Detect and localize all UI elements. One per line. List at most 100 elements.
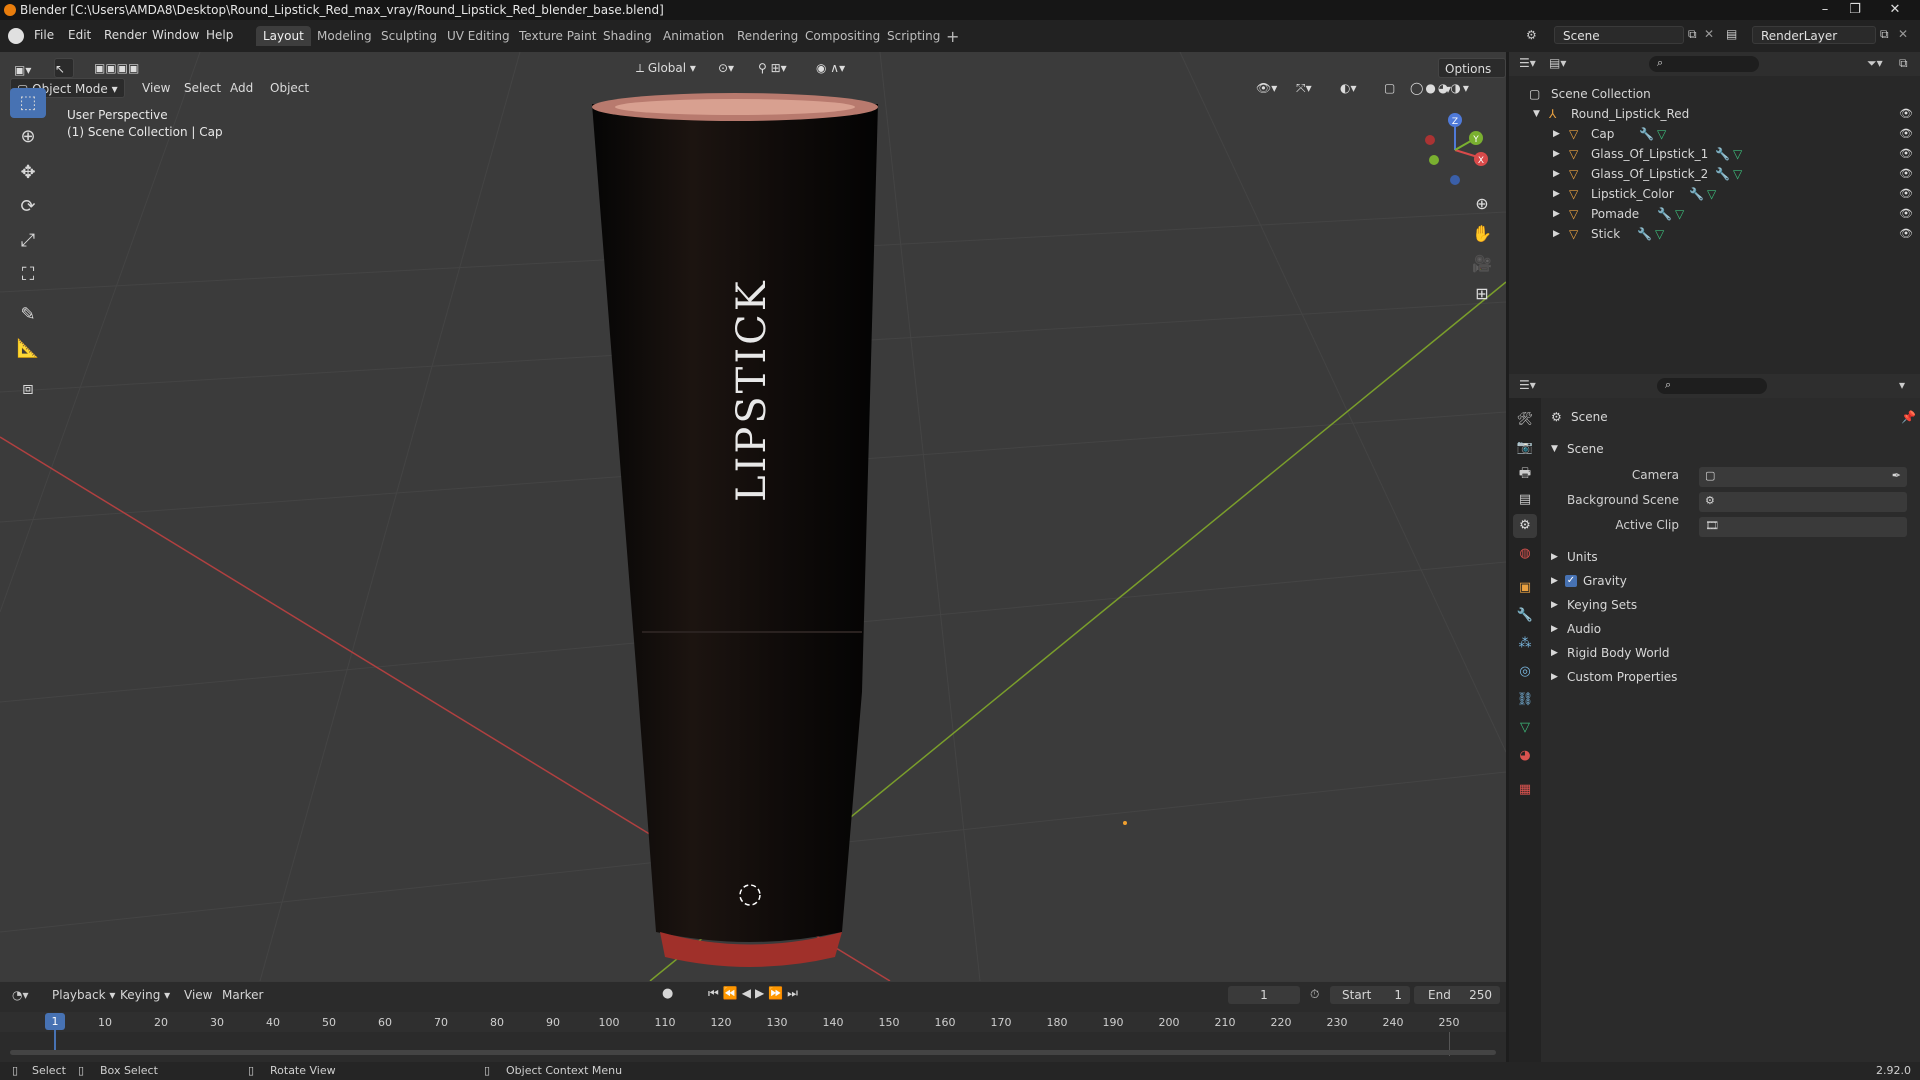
- scene-panel-header[interactable]: ▼ Scene: [1551, 438, 1911, 460]
- modifier-wrench-icon[interactable]: 🔧: [1657, 204, 1672, 224]
- visibility-icon[interactable]: 👁▾: [1250, 78, 1283, 98]
- zoom-icon[interactable]: ⊕: [1468, 190, 1496, 218]
- tab-uv-editing[interactable]: UV Editing: [440, 26, 517, 46]
- expand-arrow-icon[interactable]: ▶: [1553, 164, 1560, 184]
- rotate-tool-icon[interactable]: ⟳: [10, 192, 46, 222]
- viewport-menu-object[interactable]: Object: [264, 78, 315, 98]
- renderlayer-selector[interactable]: RenderLayer: [1752, 26, 1876, 44]
- outliner-row-object[interactable]: ▶ ▽ Glass_Of_Lipstick_2 🔧 ▽ 👁: [1509, 164, 1920, 184]
- mesh-data-icon[interactable]: ▽: [1657, 124, 1666, 144]
- pin-icon[interactable]: 📌: [1901, 406, 1916, 428]
- outliner-row-collection[interactable]: ▼ ⅄ Round_Lipstick_Red 👁: [1509, 104, 1920, 124]
- outliner-row-object[interactable]: ▶ ▽ Cap 🔧 ▽ 👁: [1509, 124, 1920, 144]
- current-frame-field[interactable]: 1: [1228, 986, 1300, 1004]
- visibility-eye-icon[interactable]: 👁: [1899, 164, 1913, 184]
- mesh-data-icon[interactable]: ▽: [1733, 164, 1742, 184]
- light-object-icon[interactable]: [1123, 821, 1127, 825]
- move-tool-icon[interactable]: ✥: [10, 158, 46, 188]
- constraints-tab-icon[interactable]: ⛓: [1513, 688, 1537, 712]
- modifier-tab-icon[interactable]: 🔧: [1513, 604, 1537, 628]
- scene-icon[interactable]: ⚙: [1526, 28, 1537, 42]
- mesh-data-icon[interactable]: ▽: [1675, 204, 1684, 224]
- outliner-row-object[interactable]: ▶ ▽ Stick 🔧 ▽ 👁: [1509, 224, 1920, 244]
- menu-render[interactable]: Render: [104, 28, 147, 42]
- expand-chevron-icon[interactable]: ▼: [1533, 104, 1540, 124]
- select-box-tool-icon[interactable]: ⬚: [10, 88, 46, 118]
- timeline-editor-icon[interactable]: ◔▾: [12, 988, 29, 1002]
- modifier-wrench-icon[interactable]: 🔧: [1689, 184, 1704, 204]
- modifier-wrench-icon[interactable]: 🔧: [1715, 164, 1730, 184]
- world-tab-icon[interactable]: ◍: [1513, 542, 1537, 566]
- 3d-viewport[interactable]: LIPSTICK Z X Y ▣▾ ↖ ▣▣▣▣ ⟂ Global ▾ ⊙▾ ⚲…: [0, 52, 1506, 981]
- background-scene-field[interactable]: ⚙: [1699, 492, 1907, 512]
- properties-editor-icon[interactable]: ☰▾: [1519, 378, 1536, 392]
- particles-tab-icon[interactable]: ⁂: [1513, 632, 1537, 656]
- properties-options-icon[interactable]: ▾: [1899, 378, 1905, 392]
- menu-edit[interactable]: Edit: [68, 28, 91, 42]
- panel-collapsed-chevron-icon[interactable]: ▶: [1551, 546, 1558, 568]
- menu-window[interactable]: Window: [152, 28, 199, 42]
- new-collection-icon[interactable]: ⧉: [1899, 56, 1908, 71]
- active-clip-field[interactable]: 🎞: [1699, 517, 1907, 537]
- overlays-icon[interactable]: ◐▾: [1334, 78, 1363, 98]
- texture-tab-icon[interactable]: ▦: [1513, 778, 1537, 802]
- object-tab-icon[interactable]: ▣: [1513, 576, 1537, 600]
- end-frame-field[interactable]: End 250: [1414, 986, 1500, 1004]
- menu-help[interactable]: Help: [206, 28, 233, 42]
- timeline-scrollbar[interactable]: [10, 1050, 1496, 1055]
- visibility-eye-icon[interactable]: 👁: [1899, 124, 1913, 144]
- panel-collapsed-chevron-icon[interactable]: ▶: [1551, 642, 1558, 664]
- visibility-eye-icon[interactable]: 👁: [1899, 104, 1913, 124]
- mesh-data-tab-icon[interactable]: ▽: [1513, 716, 1537, 740]
- physics-tab-icon[interactable]: ◎: [1513, 660, 1537, 684]
- use-preview-range-icon[interactable]: ⏱: [1310, 987, 1319, 1002]
- expand-arrow-icon[interactable]: ▶: [1553, 204, 1560, 224]
- tab-animation[interactable]: Animation: [656, 26, 731, 46]
- visibility-eye-icon[interactable]: 👁: [1899, 204, 1913, 224]
- viewport-menu-view[interactable]: View: [136, 78, 176, 98]
- panel-collapsed-chevron-icon[interactable]: ▶: [1551, 570, 1558, 592]
- add-cube-tool-icon[interactable]: ⧈: [10, 374, 46, 404]
- timeline-menu-marker[interactable]: Marker: [222, 988, 263, 1002]
- scale-tool-icon[interactable]: ⤢: [10, 226, 46, 256]
- maximize-icon[interactable]: ❐: [1840, 0, 1870, 20]
- rigid-body-world-panel-header[interactable]: ▶ Rigid Body World: [1551, 642, 1911, 664]
- tool-tab-icon[interactable]: 🛠: [1513, 408, 1537, 432]
- visibility-eye-icon[interactable]: 👁: [1899, 224, 1913, 244]
- mesh-data-icon[interactable]: ▽: [1707, 184, 1716, 204]
- transform-tool-icon[interactable]: ⛶: [10, 260, 46, 290]
- lipstick-model[interactable]: [592, 93, 878, 967]
- delete-scene-icon[interactable]: ✕: [1704, 27, 1714, 41]
- visibility-eye-icon[interactable]: 👁: [1899, 144, 1913, 164]
- tab-compositing[interactable]: Compositing: [798, 26, 887, 46]
- outliner-editor-icon[interactable]: ☰▾: [1519, 56, 1536, 70]
- gravity-panel-header[interactable]: ▶ ✓ Gravity: [1551, 570, 1911, 592]
- measure-tool-icon[interactable]: 📐: [10, 334, 46, 364]
- outliner-row-scene-collection[interactable]: ▢ Scene Collection: [1509, 84, 1920, 104]
- expand-arrow-icon[interactable]: ▶: [1553, 184, 1560, 204]
- outliner-row-object[interactable]: ▶ ▽ Pomade 🔧 ▽ 👁: [1509, 204, 1920, 224]
- panel-collapsed-chevron-icon[interactable]: ▶: [1551, 666, 1558, 688]
- playhead-frame-indicator[interactable]: 1: [45, 1013, 65, 1030]
- properties-search-input[interactable]: ⌕: [1657, 378, 1767, 394]
- tab-rendering[interactable]: Rendering: [730, 26, 805, 46]
- record-keyframe-icon[interactable]: ●: [662, 986, 673, 1001]
- eyedropper-icon[interactable]: ✒: [1892, 469, 1901, 482]
- transform-orientation[interactable]: ⟂ Global ▾: [630, 58, 702, 78]
- playback-controls-icons[interactable]: ⏮⏪◀▶⏩⏭: [708, 986, 802, 1001]
- expand-arrow-icon[interactable]: ▶: [1553, 124, 1560, 144]
- modifier-wrench-icon[interactable]: 🔧: [1637, 224, 1652, 244]
- new-scene-icon[interactable]: ⧉: [1688, 27, 1697, 42]
- panel-collapsed-chevron-icon[interactable]: ▶: [1551, 594, 1558, 616]
- xray-icon[interactable]: ▢: [1378, 78, 1401, 98]
- camera-view-icon[interactable]: 🎥: [1468, 250, 1496, 278]
- gizmo-toggle-icon[interactable]: ⤧▾: [1290, 78, 1318, 98]
- outliner-search-input[interactable]: ⌕: [1649, 56, 1759, 72]
- modifier-wrench-icon[interactable]: 🔧: [1639, 124, 1654, 144]
- audio-panel-header[interactable]: ▶ Audio: [1551, 618, 1911, 640]
- visibility-eye-icon[interactable]: 👁: [1899, 184, 1913, 204]
- tab-scripting[interactable]: Scripting: [880, 26, 947, 46]
- display-mode-icon[interactable]: ▤▾: [1549, 56, 1566, 70]
- blender-menu-icon[interactable]: [8, 28, 24, 44]
- add-workspace-icon[interactable]: +: [946, 27, 959, 46]
